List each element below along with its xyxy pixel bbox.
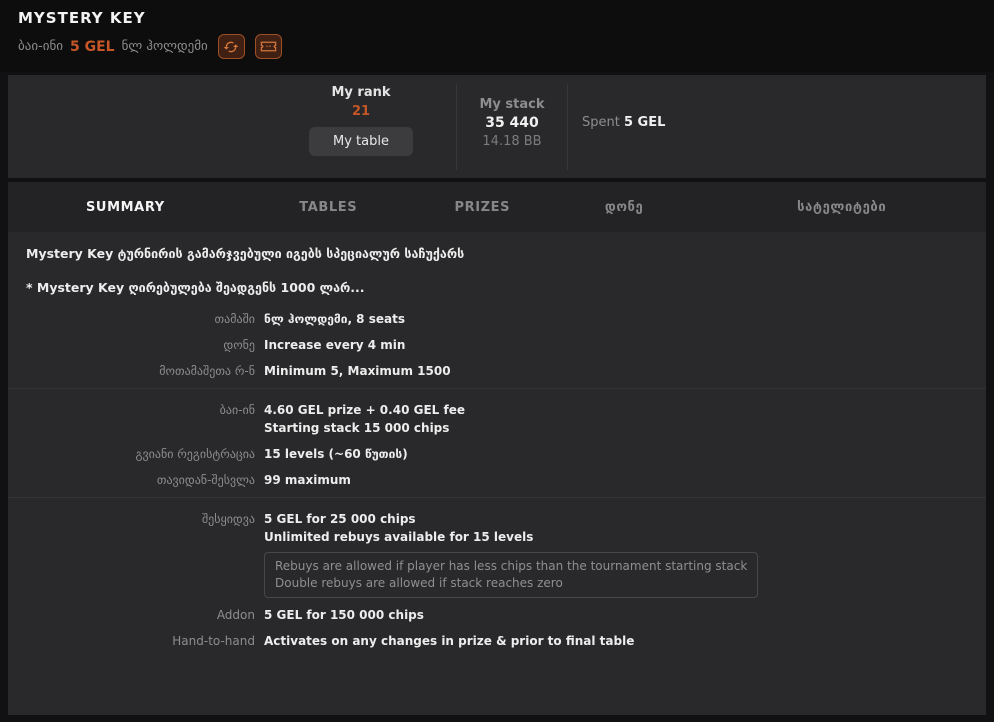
lower-panel: SUMMARY TABLES PRIZES დონე სატელიტები My… (8, 182, 986, 715)
row-level: დონე Increase every 4 min (26, 336, 968, 354)
value-line: Starting stack 15 000 chips (264, 421, 450, 435)
value-line: Unlimited rebuys available for 15 levels (264, 530, 534, 544)
spent-block: Spent 5 GEL (568, 75, 728, 178)
tab-tables[interactable]: TABLES (243, 200, 414, 215)
row-value: 5 GEL for 25 000 chips Unlimited rebuys … (264, 510, 759, 598)
ticket-icon (260, 39, 277, 54)
row-label: მოთამაშეთა რ-ნ (159, 364, 255, 378)
my-table-button[interactable]: My table (309, 127, 413, 156)
row-value: Minimum 5, Maximum 1500 (264, 364, 451, 378)
buyin-line: ბაი-ინი 5 GEL ნლ ჰოლდემი (18, 34, 994, 59)
ticket-button[interactable] (254, 34, 282, 59)
refresh-button[interactable] (217, 34, 245, 59)
row-value: Activates on any changes in prize & prio… (264, 634, 635, 648)
row-game: თამაში ნლ ჰოლდემი, 8 seats (26, 310, 968, 328)
tab-summary[interactable]: SUMMARY (8, 200, 243, 215)
row-label: შესყიდვა (201, 512, 255, 526)
intro-line: * Mystery Key ღირებულება შეადგენს 1000 ლ… (26, 280, 365, 295)
buyin-value: 5 GEL (70, 38, 115, 55)
row-buyin: ბაი-ინ 4.60 GEL prize + 0.40 GEL fee Sta… (26, 401, 968, 437)
row-value: 4.60 GEL prize + 0.40 GEL fee Starting s… (264, 401, 465, 437)
my-stack-value: 35 440 (485, 115, 539, 131)
intro-line: Mystery Key ტურნირის გამარჯვებული იგებს … (26, 246, 465, 261)
row-value: Increase every 4 min (264, 338, 406, 352)
row-reentry: თავიდან-შესვლა 99 maximum (26, 471, 968, 489)
value-line: 5 GEL for 25 000 chips (264, 512, 416, 526)
tournament-title: MYSTERY KEY (18, 9, 146, 27)
row-value: ნლ ჰოლდემი, 8 seats (264, 312, 405, 326)
top-header: MYSTERY KEY ბაი-ინი 5 GEL ნლ ჰოლდემი (0, 0, 994, 72)
row-rebuy: შესყიდვა 5 GEL for 25 000 chips Unlimite… (26, 510, 968, 598)
row-label: გვიანი რეგისტრაცია (135, 447, 255, 461)
value-line: 4.60 GEL prize + 0.40 GEL fee (264, 403, 465, 417)
row-label: დონე (223, 338, 255, 352)
spent-label: Spent (582, 115, 620, 130)
spent-value: 5 GEL (623, 115, 666, 130)
row-late-registration: გვიანი რეგისტრაცია 15 levels (~60 წუთის) (26, 445, 968, 463)
tab-prizes[interactable]: PRIZES (414, 200, 551, 215)
row-label: Addon (216, 608, 255, 622)
rebuy-note-box: Rebuys are allowed if player has less ch… (264, 552, 759, 598)
section-divider (8, 388, 986, 389)
my-rank-block: My rank 21 My table (266, 75, 456, 178)
refresh-icon (223, 39, 239, 55)
tab-satellites[interactable]: სატელიტები (697, 200, 986, 215)
row-addon: Addon 5 GEL for 150 000 chips (26, 606, 968, 624)
my-stack-block: My stack 35 440 14.18 BB (457, 75, 567, 178)
stats-strip: My rank 21 My table My stack 35 440 14.1… (8, 75, 986, 178)
note-line: Rebuys are allowed if player has less ch… (275, 559, 748, 573)
buyin-label: ბაი-ინი (18, 39, 63, 54)
row-label: თამაში (214, 312, 256, 326)
row-value: 15 levels (~60 წუთის) (264, 447, 408, 461)
my-stack-bb: 14.18 BB (482, 134, 542, 149)
tabbar: SUMMARY TABLES PRIZES დონე სატელიტები (8, 182, 986, 232)
row-hand-to-hand: Hand-to-hand Activates on any changes in… (26, 632, 968, 650)
my-stack-label: My stack (479, 97, 545, 112)
summary-content: Mystery Key ტურნირის გამარჯვებული იგებს … (8, 232, 986, 715)
game-type-label: ნლ ჰოლდემი (121, 39, 208, 54)
section-divider (8, 497, 986, 498)
note-line: Double rebuys are allowed if stack reach… (275, 576, 563, 590)
info-rows: თამაში ნლ ჰოლდემი, 8 seats დონე Increase… (8, 310, 986, 650)
tab-levels[interactable]: დონე (551, 200, 698, 215)
row-value: 99 maximum (264, 473, 351, 487)
row-label: ბაი-ინ (219, 403, 255, 417)
my-rank-label: My rank (331, 85, 391, 100)
row-label: Hand-to-hand (172, 634, 255, 648)
row-players: მოთამაშეთა რ-ნ Minimum 5, Maximum 1500 (26, 362, 968, 380)
row-label: თავიდან-შესვლა (156, 473, 255, 487)
row-value: 5 GEL for 150 000 chips (264, 608, 424, 622)
my-rank-value: 21 (351, 104, 371, 119)
